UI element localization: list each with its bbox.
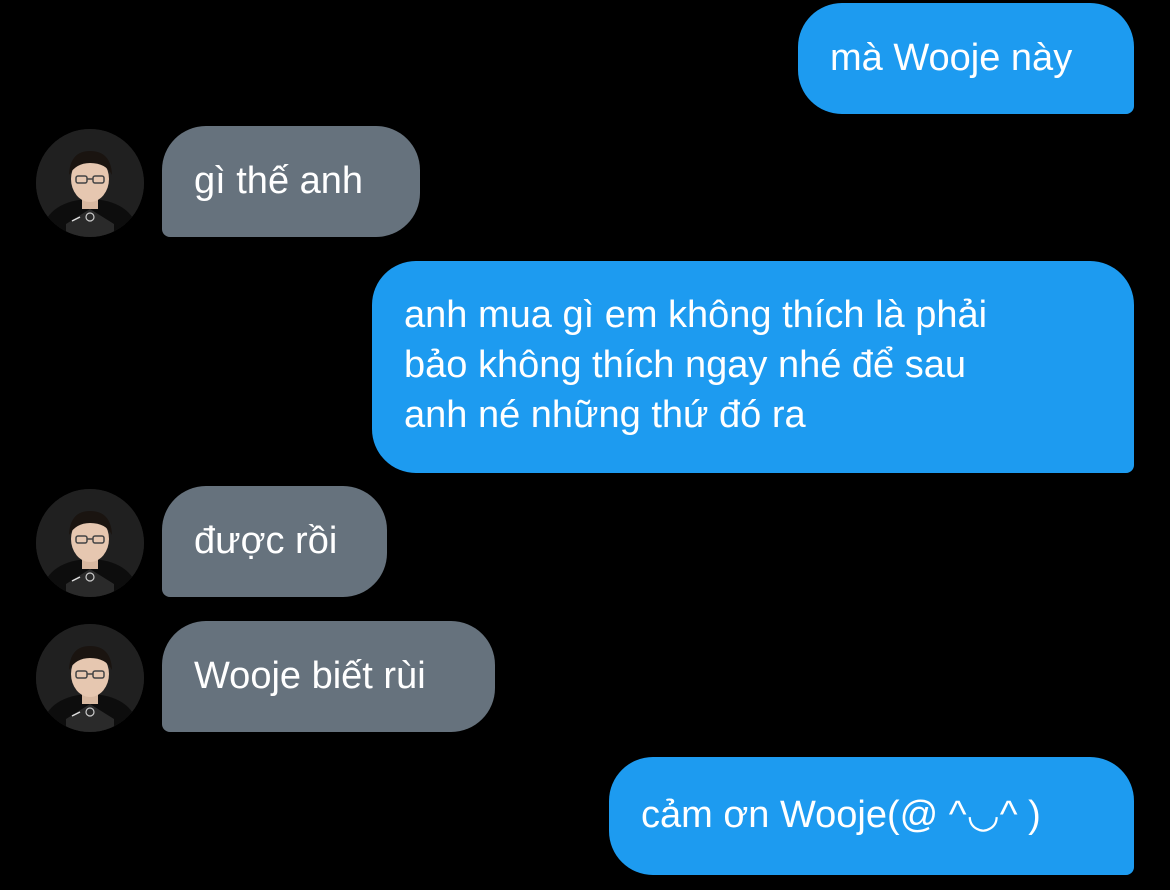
message-text: cảm ơn Wooje(@ ^◡^ ) [641, 794, 1041, 836]
avatar[interactable] [36, 129, 144, 237]
message-text: được rồi [194, 520, 338, 562]
message-bubble-sent[interactable]: anh mua gì em không thích là phải bảo kh… [372, 261, 1134, 473]
message-text: Wooje biết rùi [194, 655, 426, 697]
avatar[interactable] [36, 624, 144, 732]
message-bubble-received[interactable]: gì thế anh [162, 126, 420, 237]
message-text-line: bảo không thích ngay nhé để sau [404, 344, 967, 386]
message-bubble-received[interactable]: được rồi [162, 486, 387, 597]
message-bubble-received[interactable]: Wooje biết rùi [162, 621, 495, 732]
avatar[interactable] [36, 489, 144, 597]
message-text: mà Wooje này [830, 37, 1073, 79]
message-bubble-sent[interactable]: cảm ơn Wooje(@ ^◡^ ) [609, 757, 1134, 875]
message-text-line: anh né những thứ đó ra [404, 394, 806, 436]
message-text-line: anh mua gì em không thích là phải [404, 294, 988, 336]
message-text: gì thế anh [194, 160, 364, 202]
message-bubble-sent[interactable]: mà Wooje này [798, 3, 1134, 114]
